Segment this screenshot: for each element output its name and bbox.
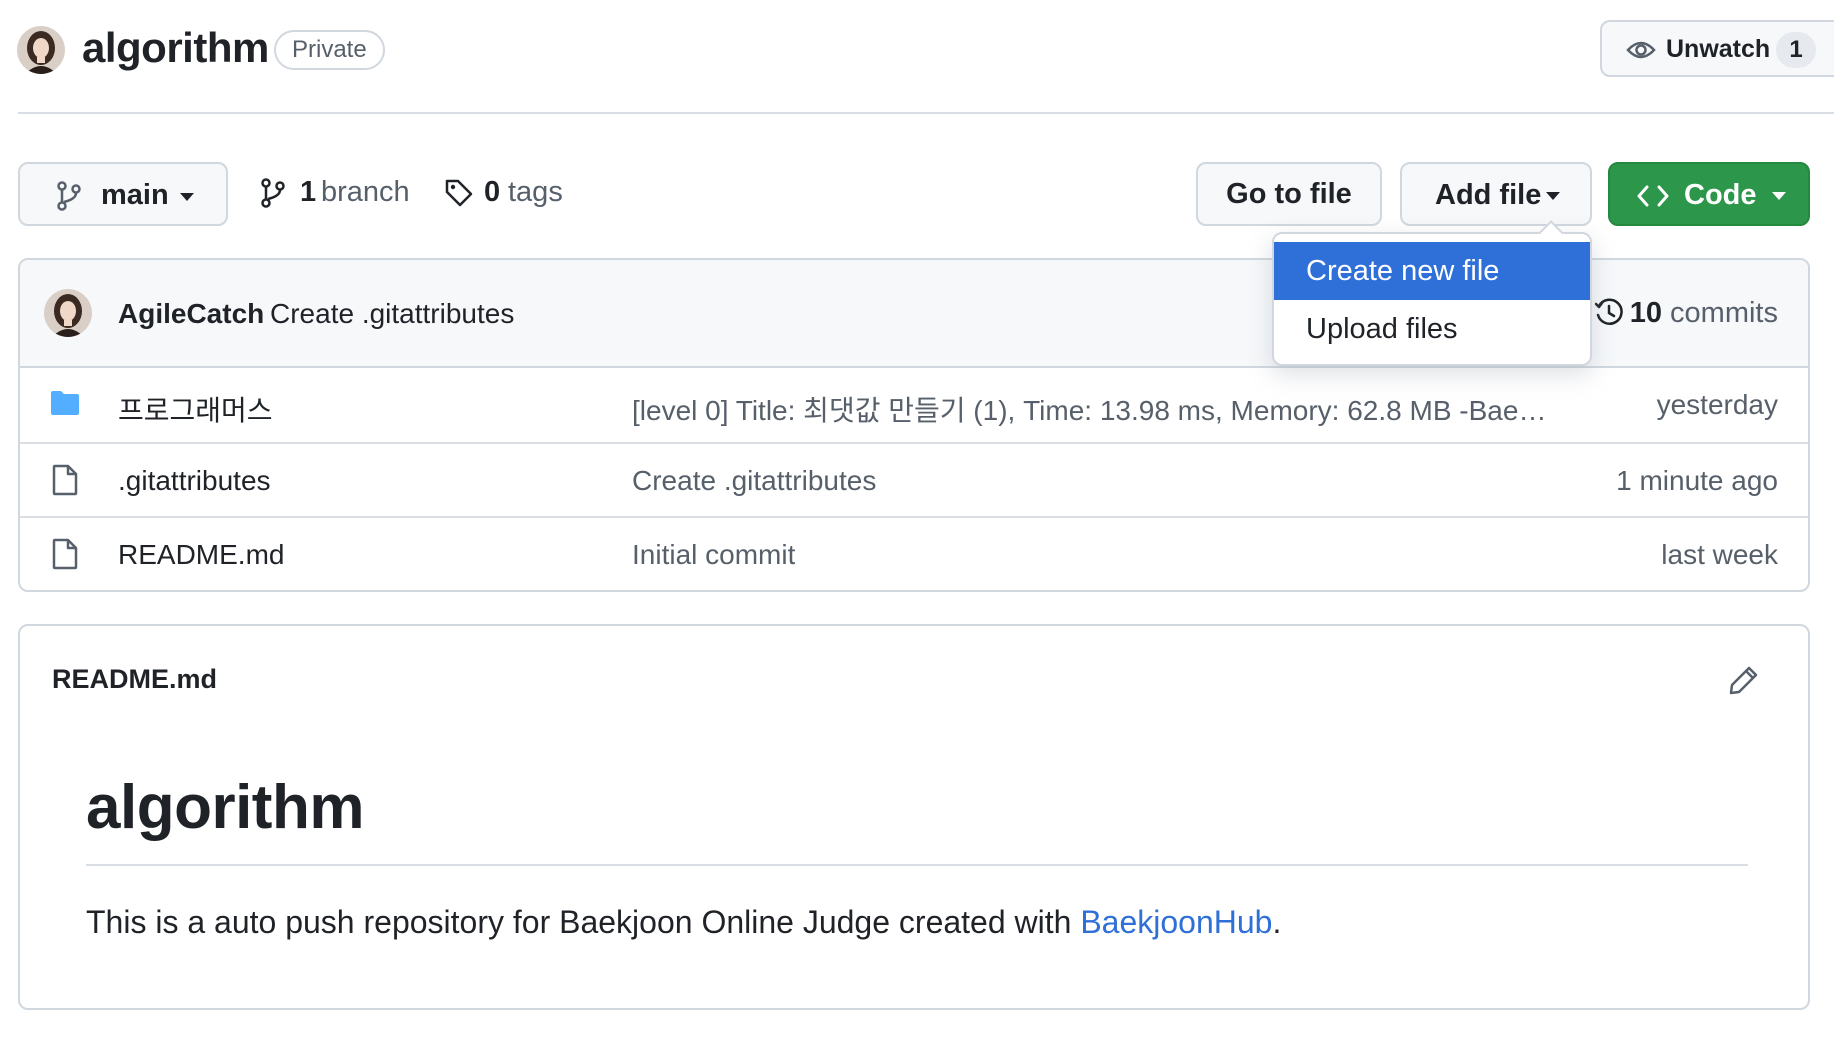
commits-history-link[interactable]: 10 commits — [1594, 297, 1778, 336]
branch-name: main — [101, 179, 169, 211]
file-age: last week — [1661, 539, 1778, 570]
chevron-down-icon — [1772, 192, 1786, 200]
file-row[interactable]: .gitattributes Create .gitattributes 1 m… — [20, 442, 1808, 516]
header-divider — [18, 112, 1834, 114]
file-name[interactable]: .gitattributes — [118, 465, 271, 497]
add-file-menu: Create new file Upload files — [1272, 220, 1592, 366]
file-icon — [50, 538, 80, 575]
unwatch-button[interactable]: Unwatch 1 — [1600, 20, 1834, 77]
repo-name[interactable]: algorithm — [82, 24, 269, 72]
go-to-file-button[interactable]: Go to file — [1196, 162, 1382, 226]
file-name[interactable]: README.md — [118, 539, 284, 571]
commits-count: 10 — [1629, 297, 1662, 329]
file-age: yesterday — [1656, 389, 1778, 420]
add-file-label: Add file — [1435, 179, 1542, 211]
chevron-down-icon — [1546, 192, 1560, 200]
watch-count: 1 — [1776, 32, 1816, 68]
chevron-down-icon — [180, 193, 194, 201]
readme-heading: algorithm — [86, 773, 364, 842]
unwatch-label: Unwatch — [1666, 35, 1771, 63]
commit-message[interactable]: Create .gitattributes — [270, 298, 514, 330]
file-commit-message[interactable]: [level 0] Title: 최댓값 만들기 (1), Time: 13.9… — [632, 389, 1552, 429]
file-row[interactable]: 프로그래머스 [level 0] Title: 최댓값 만들기 (1), Tim… — [20, 368, 1808, 442]
tags-label: tags — [508, 176, 563, 208]
menu-item-upload-files[interactable]: Upload files — [1274, 300, 1590, 358]
code-icon — [1636, 181, 1670, 216]
add-file-button[interactable]: Add file — [1400, 162, 1592, 226]
readme-trailing: . — [1272, 904, 1282, 940]
history-icon — [1594, 298, 1624, 336]
file-commit-message[interactable]: Initial commit — [632, 539, 795, 571]
file-row[interactable]: README.md Initial commit last week — [20, 516, 1808, 590]
readme-text: This is a auto push repository for Baekj… — [86, 904, 1081, 940]
baekjoonhub-link[interactable]: BaekjoonHub — [1080, 904, 1272, 940]
tag-icon — [444, 178, 474, 216]
branches-count: 1 — [300, 176, 317, 208]
readme-paragraph: This is a auto push repository for Baekj… — [86, 904, 1281, 941]
branch-icon — [260, 178, 286, 216]
branches-label: branch — [321, 176, 410, 208]
commits-label: commits — [1670, 297, 1778, 329]
commit-author-avatar[interactable] — [44, 289, 92, 337]
owner-avatar[interactable] — [17, 26, 65, 74]
visibility-badge: Private — [274, 30, 385, 70]
menu-item-create-new-file[interactable]: Create new file — [1274, 242, 1590, 300]
pencil-icon[interactable] — [1728, 664, 1760, 701]
readme-divider — [86, 864, 1748, 866]
commit-author[interactable]: AgileCatch — [118, 298, 264, 330]
branch-select-button[interactable]: main — [18, 162, 228, 226]
eye-icon — [1626, 38, 1656, 67]
file-age: 1 minute ago — [1616, 465, 1778, 496]
file-name[interactable]: 프로그래머스 — [118, 389, 273, 429]
repo-header: algorithm Private Unwatch 1 — [0, 0, 1834, 114]
folder-icon — [50, 388, 80, 423]
readme-filename[interactable]: README.md — [52, 664, 217, 695]
code-button[interactable]: Code — [1608, 162, 1810, 226]
file-icon — [50, 464, 80, 501]
code-label: Code — [1684, 179, 1757, 211]
file-commit-message[interactable]: Create .gitattributes — [632, 465, 876, 497]
branch-icon — [56, 181, 82, 216]
readme-panel: README.md algorithm This is a auto push … — [18, 624, 1810, 1010]
tags-count: 0 — [484, 176, 501, 208]
